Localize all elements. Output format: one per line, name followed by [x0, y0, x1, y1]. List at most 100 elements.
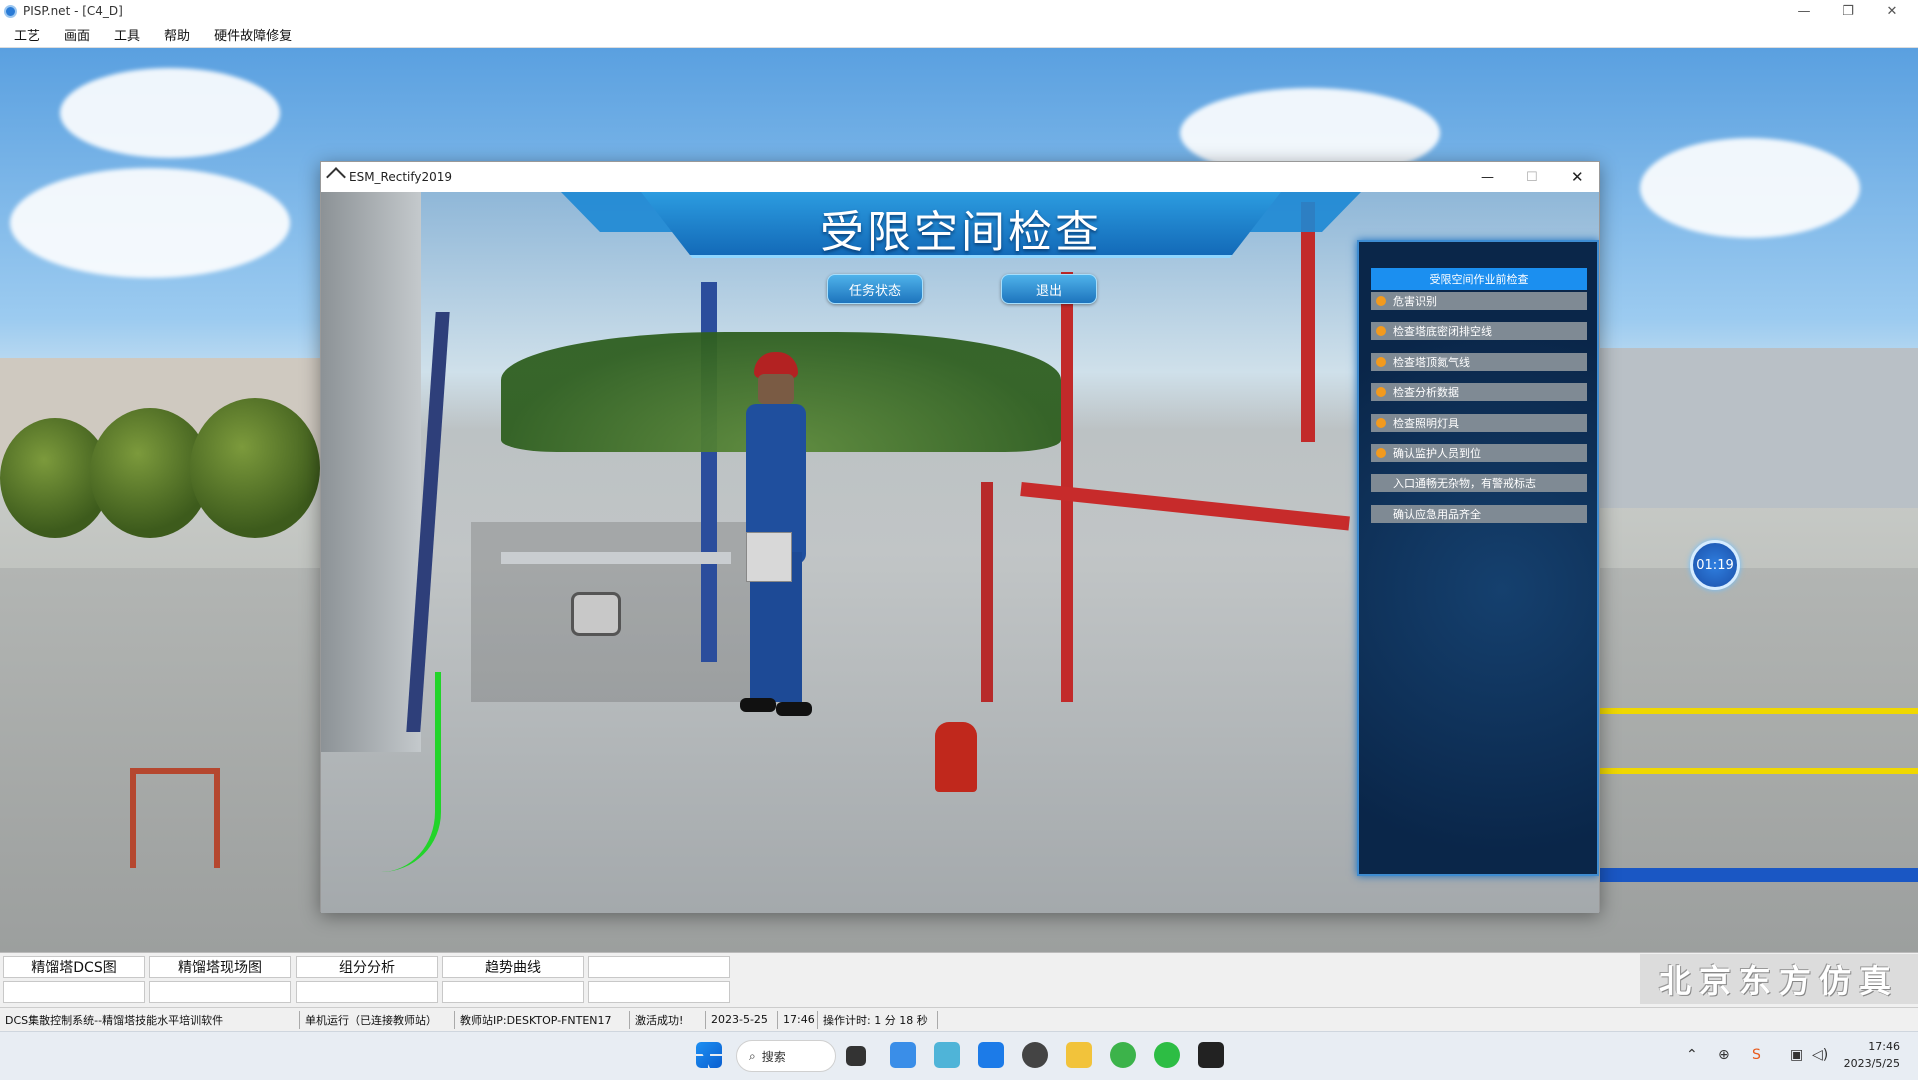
unity-taskbar-icon[interactable]: [1198, 1042, 1224, 1068]
red-pipe: [1301, 202, 1315, 442]
menu-process[interactable]: 工艺: [0, 25, 50, 44]
tab-empty[interactable]: [442, 981, 584, 1003]
cloud: [1640, 138, 1860, 238]
dialog-maximize-button[interactable]: ☐: [1526, 170, 1538, 185]
lamp-fixture: [571, 592, 621, 636]
status-dot-icon: [1376, 357, 1386, 367]
wechat-icon[interactable]: [1154, 1042, 1180, 1068]
task-status-button[interactable]: 任务状态: [827, 274, 923, 304]
tab-empty[interactable]: [149, 981, 291, 1003]
volume-icon[interactable]: ◁): [1812, 1047, 1828, 1063]
store-icon[interactable]: [890, 1042, 916, 1068]
menu-view[interactable]: 画面: [50, 25, 100, 44]
status-dot-icon: [1376, 326, 1386, 336]
unity-icon: [326, 167, 346, 187]
checklist-item[interactable]: 确认应急用品齐全: [1371, 505, 1587, 523]
tab-dcs-diagram[interactable]: 精馏塔DCS图: [3, 956, 145, 978]
task-view-icon[interactable]: [846, 1046, 866, 1066]
search-icon: ⌕: [749, 1048, 756, 1063]
restore-button[interactable]: ❐: [1826, 0, 1870, 22]
menu-help[interactable]: 帮助: [150, 25, 200, 44]
cloud: [60, 68, 280, 158]
tab-empty[interactable]: [588, 956, 730, 978]
folder-icon[interactable]: [1066, 1042, 1092, 1068]
tab-component-analysis[interactable]: 组分分析: [296, 956, 438, 978]
clock-time: 17:46: [1868, 1040, 1900, 1053]
tab-empty[interactable]: [296, 981, 438, 1003]
status-bar: DCS集散控制系统--精馏塔技能水平培训软件 单机运行（已连接教师站） 教师站I…: [0, 1007, 1918, 1031]
tab-field-diagram[interactable]: 精馏塔现场图: [149, 956, 291, 978]
checklist-item-label: 确认应急用品齐全: [1393, 508, 1481, 521]
worker-boot: [776, 702, 812, 716]
tab-empty[interactable]: [3, 981, 145, 1003]
esm-dialog: ESM_Rectify2019 — ☐ ✕ 受限空间检查 任务状态 退出 受限空…: [320, 161, 1600, 913]
checklist-item[interactable]: 确认监护人员到位: [1371, 444, 1587, 462]
status-dot-icon: [1376, 387, 1386, 397]
brand-logo: 北京东方仿真: [1640, 954, 1918, 1004]
status-activation: 激活成功!: [630, 1010, 706, 1029]
clipboard: [746, 532, 792, 582]
grey-pipe: [501, 552, 731, 564]
status-dot-icon: [1376, 418, 1386, 428]
checklist-item-label: 检查塔顶氮气线: [1393, 356, 1470, 369]
status-teacher-ip: 教师站IP:DESKTOP-FNTEN17: [455, 1010, 630, 1029]
checklist-item-label: 入口通畅无杂物，有警戒标志: [1393, 477, 1536, 490]
app-logo-icon: [4, 4, 17, 18]
status-date: 2023-5-25: [706, 1010, 778, 1029]
window-title: PISP.net - [C4_D]: [23, 4, 123, 18]
app-icon[interactable]: [978, 1042, 1004, 1068]
dialog-close-button[interactable]: ✕: [1571, 168, 1584, 186]
yellow-railing: [1600, 768, 1918, 774]
worker-head: [758, 374, 794, 404]
os-taskbar: ⌕ 搜索 ⌃ ⊕ S ▣ ◁) 17:46 2023/5/25: [0, 1031, 1918, 1080]
simulation-view[interactable]: 受限空间检查 任务状态 退出 受限空间作业前检查 危害识别 检查塔底密闭排空线 …: [321, 192, 1599, 913]
highlight-outline: [361, 672, 441, 872]
banner-title: 受限空间检查: [820, 207, 1102, 258]
clock-date: 2023/5/25: [1843, 1057, 1900, 1070]
browser-icon[interactable]: [1110, 1042, 1136, 1068]
checklist-item[interactable]: 检查塔顶氮气线: [1371, 353, 1587, 371]
checklist-item[interactable]: 检查分析数据: [1371, 383, 1587, 401]
menu-tools[interactable]: 工具: [100, 25, 150, 44]
checklist-item[interactable]: 入口通畅无杂物，有警戒标志: [1371, 474, 1587, 492]
start-icon[interactable]: [696, 1042, 722, 1068]
fire-extinguisher[interactable]: [935, 722, 977, 792]
dialog-title-bar: ESM_Rectify2019 — ☐ ✕: [321, 162, 1599, 192]
network-icon[interactable]: ▣: [1790, 1047, 1803, 1063]
column-tower: [321, 192, 421, 752]
app-icon[interactable]: [934, 1042, 960, 1068]
tree: [190, 398, 320, 538]
dialog-title: ESM_Rectify2019: [349, 170, 453, 184]
taskbar-clock[interactable]: 17:46 2023/5/25: [1844, 1038, 1900, 1072]
sogou-icon[interactable]: S: [1752, 1047, 1761, 1063]
yellow-railing: [1600, 708, 1918, 714]
minimize-button[interactable]: —: [1782, 0, 1826, 22]
checklist-item-label: 检查分析数据: [1393, 386, 1459, 399]
status-mode: 单机运行（已连接教师站）: [300, 1010, 455, 1029]
checklist-item-label: 检查塔底密闭排空线: [1393, 325, 1492, 338]
taskbar-search[interactable]: ⌕ 搜索: [736, 1040, 836, 1072]
tab-empty[interactable]: [588, 981, 730, 1003]
close-button[interactable]: ✕: [1870, 0, 1914, 22]
checklist-item[interactable]: 检查塔底密闭排空线: [1371, 322, 1587, 340]
red-pipe: [981, 482, 993, 702]
checklist-item-label: 危害识别: [1393, 295, 1437, 308]
status-system: DCS集散控制系统--精馏塔技能水平培训软件: [0, 1010, 300, 1029]
app-icon[interactable]: [1022, 1042, 1048, 1068]
ime-icon[interactable]: ⊕: [1718, 1047, 1730, 1063]
checklist-item[interactable]: 危害识别: [1371, 292, 1587, 310]
tab-trend-curve[interactable]: 趋势曲线: [442, 956, 584, 978]
exit-button[interactable]: 退出: [1001, 274, 1097, 304]
menu-hardware-repair[interactable]: 硬件故障修复: [200, 25, 302, 44]
title-bar: PISP.net - [C4_D] — ❐ ✕: [0, 0, 1918, 22]
worker-boot: [740, 698, 776, 712]
checklist-item-label: 确认监护人员到位: [1393, 447, 1481, 460]
valve-frame: [130, 768, 220, 868]
timer-badge: 01:19: [1690, 540, 1740, 590]
tray-chevron-icon[interactable]: ⌃: [1686, 1047, 1698, 1063]
building: [1600, 348, 1918, 508]
checklist-item[interactable]: 检查照明灯具: [1371, 414, 1587, 432]
dialog-minimize-button[interactable]: —: [1481, 170, 1494, 185]
status-time: 17:46: [778, 1010, 818, 1029]
checklist-header[interactable]: 受限空间作业前检查: [1371, 268, 1587, 290]
